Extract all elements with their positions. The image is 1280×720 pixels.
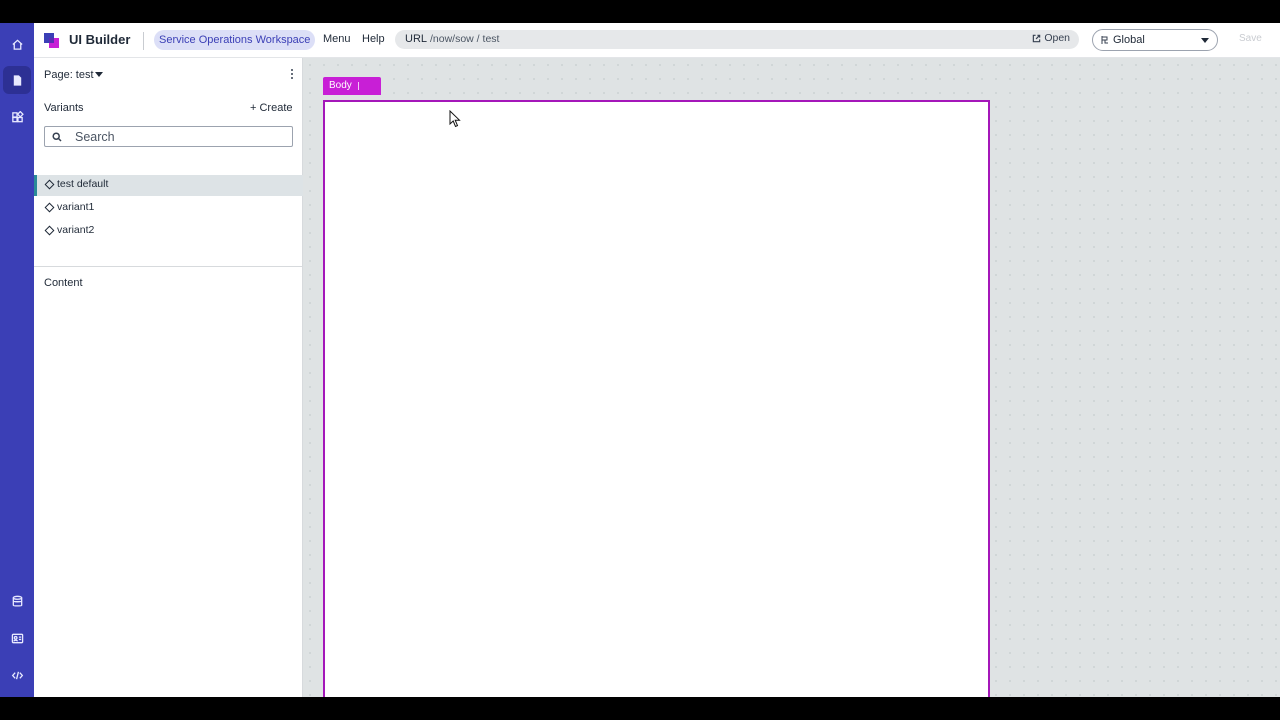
left-panel: Page: test Variants + Create test defaul… — [34, 58, 303, 697]
url-path: /now/sow / test — [430, 33, 500, 45]
top-header: UI Builder Service Operations Workspace … — [34, 23, 1280, 58]
open-label: Open — [1044, 32, 1070, 44]
variant-diamond-icon — [44, 202, 55, 213]
page-icon[interactable] — [3, 66, 31, 94]
variant-search[interactable] — [44, 126, 293, 147]
variant-item[interactable]: variant2 — [34, 221, 303, 242]
home-icon[interactable] — [3, 30, 31, 58]
workspace-pill[interactable]: Service Operations Workspace — [154, 30, 316, 50]
selected-component-tag[interactable]: Body — [323, 77, 381, 95]
ui-builder-window: UI Builder Service Operations Workspace … — [0, 23, 1280, 697]
scope-select[interactable]: Global — [1092, 29, 1218, 51]
variant-diamond-icon — [44, 225, 55, 236]
create-variant-button[interactable]: + Create — [250, 102, 293, 114]
variant-label: test default — [57, 178, 109, 190]
body-canvas[interactable] — [323, 100, 990, 697]
page-label: Page: test — [44, 69, 94, 81]
more-options-icon[interactable] — [289, 69, 295, 81]
external-link-icon — [1033, 34, 1041, 42]
search-icon — [52, 132, 62, 142]
canvas-workarea[interactable]: Body — [303, 58, 1280, 697]
menu-button[interactable]: Menu — [323, 33, 351, 45]
app-title: UI Builder — [69, 32, 131, 47]
variant-label: variant1 — [57, 201, 95, 213]
variant-diamond-icon — [44, 179, 55, 190]
open-button[interactable]: Open — [1032, 32, 1070, 44]
content-title: Content — [44, 277, 83, 289]
tag-separator — [357, 82, 359, 90]
components-icon[interactable] — [3, 103, 31, 131]
left-icon-rail — [0, 23, 34, 697]
caret-down-icon — [94, 72, 103, 77]
variant-label: variant2 — [57, 224, 95, 236]
code-icon[interactable] — [3, 661, 31, 689]
save-button[interactable]: Save — [1239, 33, 1262, 44]
variant-item[interactable]: variant1 — [34, 198, 303, 219]
header-divider — [143, 32, 144, 50]
help-button[interactable]: Help — [362, 33, 385, 45]
url-bar[interactable]: URL /now/sow / test Open — [395, 30, 1079, 49]
ui-builder-logo-icon — [44, 33, 59, 48]
panel-divider — [34, 266, 303, 267]
data-icon[interactable] — [3, 587, 31, 615]
url-label: URL — [405, 33, 428, 45]
mouse-cursor-icon — [449, 110, 461, 128]
chevron-down-icon — [1201, 38, 1209, 43]
scope-icon — [1101, 36, 1108, 44]
page-selector[interactable]: Page: test — [44, 69, 103, 81]
drag-handle-icon[interactable] — [365, 82, 375, 90]
search-input[interactable] — [75, 128, 285, 145]
form-icon[interactable] — [3, 624, 31, 652]
variants-title: Variants — [44, 102, 84, 114]
variant-item[interactable]: test default — [34, 175, 303, 196]
scope-value: Global — [1113, 34, 1145, 46]
selected-component-label: Body — [329, 80, 352, 91]
